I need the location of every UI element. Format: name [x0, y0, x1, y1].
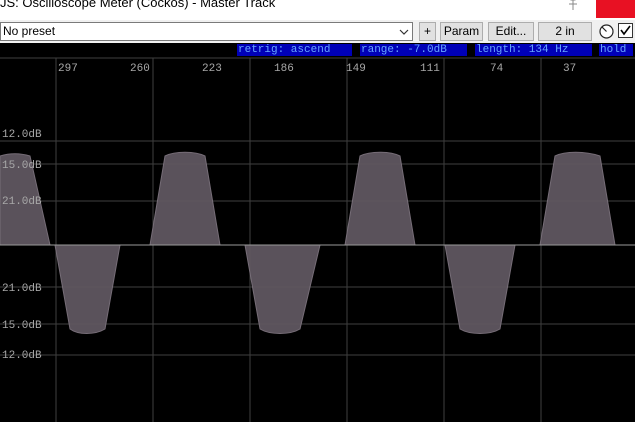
- status-chip: range: -7.0dB: [360, 44, 467, 56]
- x-label: 149: [346, 63, 366, 75]
- scope-display: 297 260 223 186 149 111 74 37 12.0dB 15.…: [0, 43, 635, 422]
- pin-icon[interactable]: [566, 0, 580, 10]
- x-label: 111: [420, 63, 440, 75]
- x-label: 37: [563, 63, 576, 75]
- io-button[interactable]: 2 in: [538, 22, 592, 41]
- db-label: 21.0dB: [2, 196, 42, 208]
- preset-value: No preset: [3, 24, 56, 38]
- x-label: 223: [202, 63, 222, 75]
- knob-icon[interactable]: [598, 23, 615, 40]
- edit-button[interactable]: Edit...: [488, 22, 534, 41]
- status-chip: length: 134 Hz: [475, 44, 592, 56]
- db-label: 12.0dB: [2, 350, 42, 362]
- x-axis-labels: 297 260 223 186 149 111 74 37: [58, 63, 576, 75]
- oscilloscope-window: JS: Oscilloscope Meter (Cockos) - Master…: [0, 0, 635, 422]
- status-chip: hold: [599, 44, 633, 56]
- x-label: 260: [130, 63, 150, 75]
- grid: [0, 57, 635, 422]
- db-label: 15.0dB: [2, 320, 42, 332]
- preset-dropdown[interactable]: No preset: [0, 22, 413, 41]
- x-label: 186: [274, 63, 294, 75]
- db-label: 12.0dB: [2, 129, 42, 141]
- db-label: 21.0dB: [2, 283, 42, 295]
- waveform: [0, 151, 635, 334]
- param-button[interactable]: Param: [440, 22, 483, 41]
- chevron-down-icon: [396, 23, 412, 40]
- toolbar: No preset + Param Edit... 2 in: [0, 20, 635, 43]
- add-preset-button[interactable]: +: [419, 22, 436, 41]
- x-label: 297: [58, 63, 78, 75]
- status-chip: retrig: ascend: [237, 44, 352, 56]
- title-bar: JS: Oscilloscope Meter (Cockos) - Master…: [0, 0, 635, 20]
- window-title: JS: Oscilloscope Meter (Cockos) - Master…: [0, 0, 276, 10]
- db-label: 15.0dB: [2, 160, 42, 172]
- close-button[interactable]: [596, 0, 635, 18]
- scope-plot: 297 260 223 186 149 111 74 37 12.0dB 15.…: [0, 57, 635, 422]
- checkbox-icon[interactable]: [618, 23, 633, 38]
- x-label: 74: [490, 63, 504, 75]
